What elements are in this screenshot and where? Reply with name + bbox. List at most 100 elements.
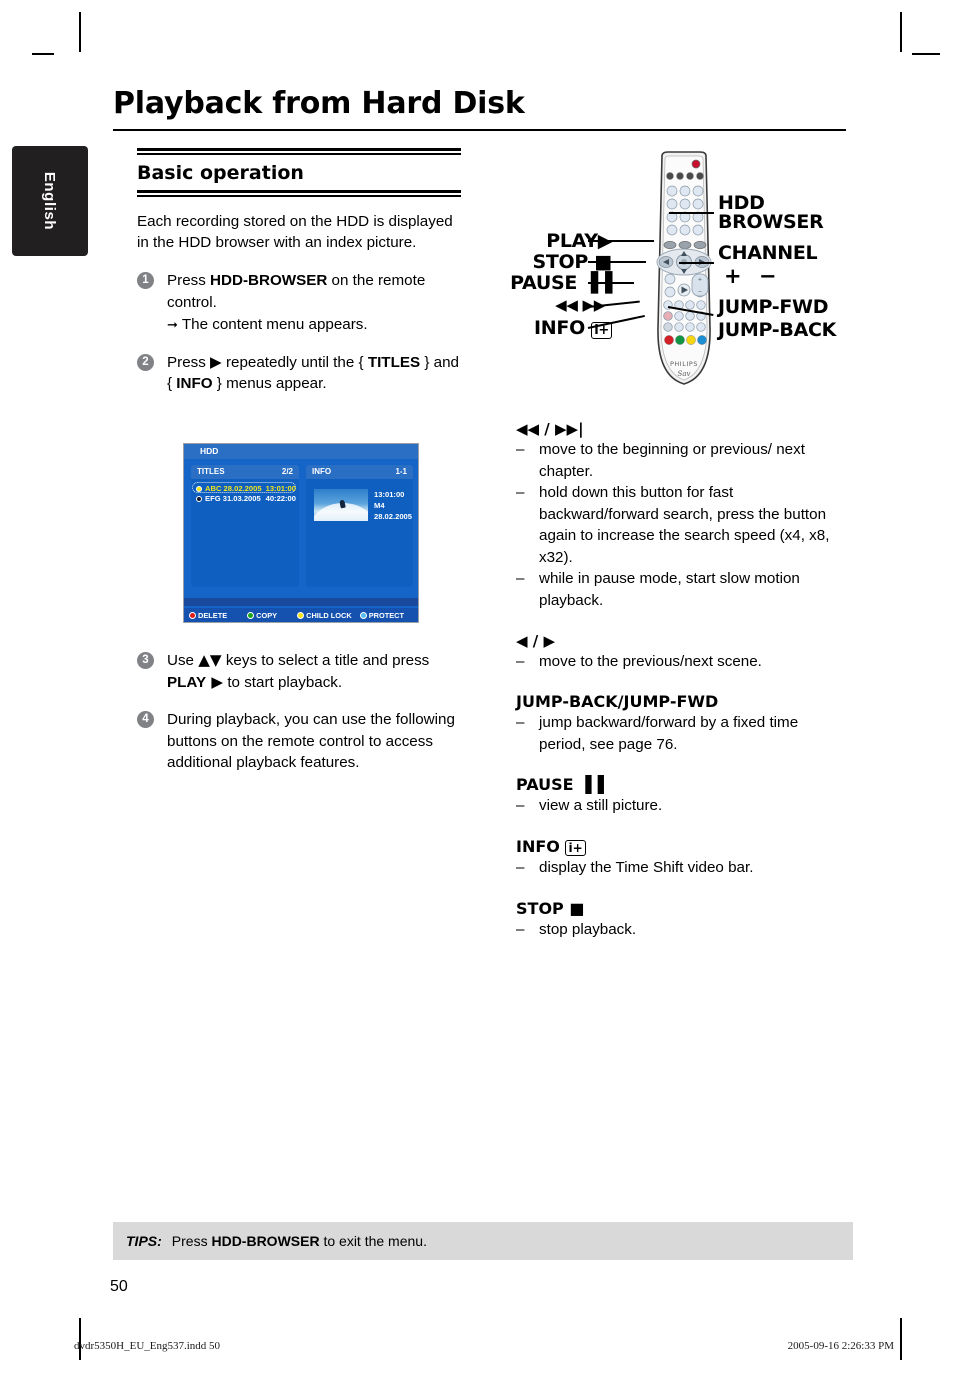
osd-top-label: HDD <box>200 446 219 456</box>
left-column: Basic operation Each recording stored on… <box>137 148 461 395</box>
osd-info-header: INFO 1-1 <box>306 465 413 479</box>
label-browser-text: BROWSER <box>718 211 824 233</box>
label-hdd: HDD BROWSER <box>718 194 824 233</box>
osd-key-delete[interactable]: DELETE <box>189 611 227 620</box>
step-2: 2 Press ▶ repeatedly until the { TITLES … <box>137 352 461 395</box>
osd-info-line-date: 28.02.2005 <box>374 512 413 521</box>
osd-info-panel: INFO 1-1 13:01:00 M4 28.02.2005 <box>306 465 413 587</box>
surfer-shape <box>339 499 346 509</box>
step-1-text-before: Press <box>167 272 211 290</box>
label-play: PLAY▶ <box>546 232 612 251</box>
osd-row-2-time: 40:22:00 <box>265 494 296 503</box>
tips-text-before: Press <box>171 1233 212 1249</box>
label-pause-text: PAUSE <box>510 272 578 294</box>
osd-key-child-lock[interactable]: CHILD LOCK <box>297 611 352 620</box>
osd-row-1-bullet-icon <box>196 486 202 492</box>
label-stop-text: STOP <box>532 251 589 273</box>
label-jump-fwd: JUMP-FWD <box>718 296 829 318</box>
scene-item-1: – move to the previous/next scene. <box>516 651 846 673</box>
step-3-bold-play: PLAY <box>167 673 207 691</box>
step-2-number: 2 <box>137 353 154 371</box>
osd-key-protect[interactable]: PROTECT <box>359 610 404 620</box>
tips-text: Press HDD-BROWSER to exit the menu. <box>172 1233 427 1249</box>
heading-info-text: INFO <box>516 836 560 856</box>
tips-content: TIPS: Press HDD-BROWSER to exit the menu. <box>113 1233 427 1249</box>
heading-pause: PAUSE ▐▐ <box>516 775 846 794</box>
osd-title-row-1[interactable]: ABC 28.02.2005 13:01:00 <box>196 484 296 493</box>
label-pause: PAUSE ▐▐ <box>510 274 612 293</box>
up-down-arrows-icon: ▲▼ <box>198 651 222 669</box>
section-rule-bottom <box>137 189 461 193</box>
step-3-part3: to start playback. <box>223 673 343 691</box>
crop-mark-top-left-horizontal <box>32 53 54 55</box>
step-4-text: During playback, you can use the followi… <box>167 711 455 772</box>
label-channel: CHANNEL <box>718 242 818 264</box>
blue-dot-icon <box>359 611 367 619</box>
scene-item-1-text: move to the previous/next scene. <box>539 652 762 670</box>
leader-hdd-browser <box>669 212 714 214</box>
osd-key-copy[interactable]: COPY <box>247 611 277 620</box>
step-4: 4 During playback, you can use the follo… <box>137 709 461 774</box>
osd-key-copy-label: COPY <box>256 610 278 620</box>
dash-icon: – <box>516 652 525 670</box>
step-1-number: 1 <box>137 272 154 290</box>
osd-row-2-bullet-icon <box>196 496 202 502</box>
step-4-number: 4 <box>137 711 154 729</box>
page-number: 50 <box>110 1278 128 1295</box>
section-rule-bottom-thin <box>137 194 461 197</box>
title-rule <box>113 129 846 131</box>
section-title: Basic operation <box>137 162 304 184</box>
crop-mark-top-right-horizontal <box>912 53 940 55</box>
crop-mark-bottom-right-vertical <box>900 1318 902 1360</box>
skip-item-2-text: hold down this button for fast backward/… <box>539 484 830 566</box>
step-1-bold: HDD-BROWSER <box>210 272 328 290</box>
dash-icon: – <box>516 570 525 588</box>
print-footer-timestamp: 2005-09-16 2:26:33 PM <box>787 1340 894 1352</box>
osd-row-2-name: EFG 31.03.2005 <box>205 494 261 503</box>
step-2-part2: repeatedly until the { <box>221 353 368 371</box>
svg-text:−: − <box>698 289 702 295</box>
step-3: 3 Use ▲▼ keys to select a title and pres… <box>137 650 461 693</box>
svg-text:PHILIPS: PHILIPS <box>670 360 698 368</box>
osd-titles-count: 2/2 <box>281 467 293 476</box>
osd-title-row-2[interactable]: EFG 31.03.2005 40:22:00 <box>196 494 296 503</box>
label-info: INFO i+ <box>534 319 612 339</box>
page-title: Playback from Hard Disk <box>113 86 525 121</box>
osd-info-header-label: INFO <box>312 467 332 476</box>
step-2-part1: Press <box>167 353 211 371</box>
stop-item-1: – stop playback. <box>516 919 846 941</box>
osd-info-count: 1-1 <box>395 467 407 476</box>
language-tab: English <box>12 146 88 256</box>
dash-icon: – <box>516 797 525 815</box>
osd-info-line-time: 13:01:00 <box>374 490 405 499</box>
play-triangle-icon: ▶ <box>210 352 222 371</box>
step-3-part1: Use <box>167 652 199 669</box>
dash-icon: – <box>516 484 525 502</box>
step-1-sub-result: ➞ The content menu appears. <box>167 314 461 336</box>
tips-bold: HDD-BROWSER <box>211 1233 320 1249</box>
osd-key-protect-label: PROTECT <box>368 610 404 620</box>
yellow-dot-icon <box>297 611 305 619</box>
svg-text:Sav: Sav <box>678 370 691 378</box>
osd-key-child-lock-label: CHILD LOCK <box>306 610 352 620</box>
green-dot-icon <box>247 611 255 619</box>
pause-item-1: – view a still picture. <box>516 795 846 817</box>
crop-mark-bottom-left-vertical <box>79 1318 81 1360</box>
info-icon: i+ <box>565 839 586 856</box>
step-3-part2: keys to select a title and press <box>221 652 430 669</box>
osd-titles-header: TITLES 2/2 <box>191 465 299 479</box>
section-rule-top-thin <box>137 153 461 155</box>
jump-item-1-text: jump backward/forward by a fixed time pe… <box>539 714 799 753</box>
label-play-text: PLAY <box>546 230 598 252</box>
language-tab-label: English <box>41 171 59 231</box>
info-item-1: – display the Time Shift video bar. <box>516 857 846 879</box>
dash-icon: – <box>516 920 525 938</box>
hdd-browser-osd-screenshot: HDD TITLES 2/2 ABC 28.02.2005 13:01:00 EF… <box>183 443 419 623</box>
label-jump-back: JUMP-BACK <box>718 319 837 341</box>
osd-row-1-time: 13:01:00 <box>265 484 296 493</box>
skip-item-3: – while in pause mode, start slow motion … <box>516 568 846 611</box>
step-2-part4: } menus appear. <box>212 375 327 393</box>
tips-label: TIPS: <box>126 1233 162 1249</box>
skip-item-1-text: move to the beginning or previous/ next … <box>539 441 805 480</box>
leader-channel <box>679 262 714 264</box>
